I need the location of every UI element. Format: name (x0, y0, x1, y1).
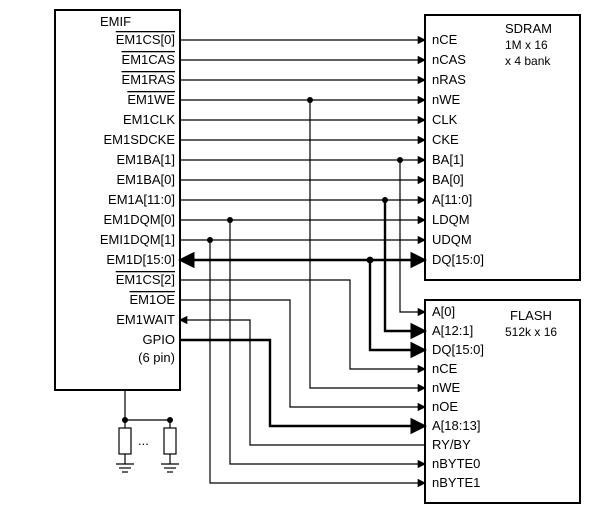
emif-pin-wait: EM1WAIT (116, 312, 175, 327)
sdram-pin-dq: DQ[15:0] (432, 252, 484, 267)
emif-pin-gpio: GPIO (142, 332, 175, 347)
emif-pin-oe: EM1OE (129, 292, 175, 307)
emif-pin-ras: EM1RAS (122, 72, 176, 87)
sdram-pin-a: A[11:0] (432, 192, 472, 207)
sdram-block: SDRAM 1M x 16 x 4 bank nCE nCAS nRAS nWE… (425, 15, 580, 280)
emif-pin-d: EM1D[15:0] (106, 252, 175, 267)
emif-pin-cs0: EM1CS[0] (116, 32, 175, 47)
flash-pin-nwe: nWE (432, 380, 461, 395)
sdram-pin-clk: CLK (432, 112, 458, 127)
emif-pin-cas: EM1CAS (122, 52, 176, 67)
sdram-title: SDRAM (505, 21, 552, 36)
sdram-pin-ldqm: LDQM (432, 212, 470, 227)
flash-title: FLASH (510, 308, 552, 323)
sdram-pin-ba1: BA[1] (432, 152, 464, 167)
sdram-pin-nras: nRAS (432, 72, 466, 87)
flash-pin-nb0: nBYTE0 (432, 456, 480, 471)
pulldown-resistors: ... (116, 390, 179, 472)
wires-sdram (180, 40, 425, 260)
flash-pin-ryby: RY/BY (432, 437, 471, 452)
flash-pin-nce: nCE (432, 361, 458, 376)
flash-pin-a18: A[18:13] (432, 418, 480, 433)
emif-pin-cs2: EM1CS[2] (116, 272, 175, 287)
emif-pin-gpion: (6 pin) (138, 350, 175, 365)
sdram-subtitle2: x 4 bank (505, 54, 551, 68)
emif-pin-sdcke: EM1SDCKE (103, 132, 175, 147)
sdram-pin-ba0: BA[0] (432, 172, 464, 187)
flash-pin-a0: A[0] (432, 304, 455, 319)
flash-subtitle: 512k x 16 (505, 325, 557, 339)
emif-pin-dqm0: EM1DQM[0] (103, 212, 175, 227)
emif-pin-clk: EM1CLK (123, 112, 175, 127)
sdram-subtitle1: 1M x 16 (505, 38, 548, 52)
sdram-pin-cke: CKE (432, 132, 459, 147)
sdram-pin-nwe: nWE (432, 92, 461, 107)
sdram-pin-ncas: nCAS (432, 52, 466, 67)
emif-pin-we: EM1WE (127, 92, 175, 107)
emif-pin-ba0: EM1BA[0] (116, 172, 175, 187)
emif-block: EMIF EM1CS[0] EM1CAS EM1RAS EM1WE EM1CLK… (55, 10, 180, 390)
emif-pin-ba1: EM1BA[1] (116, 152, 175, 167)
sdram-pin-nce: nCE (432, 32, 458, 47)
wiring-diagram: EMIF EM1CS[0] EM1CAS EM1RAS EM1WE EM1CLK… (0, 0, 591, 507)
flash-pin-nb1: nBYTE1 (432, 475, 480, 490)
wires-flash (180, 97, 425, 483)
emif-pin-a: EM1A[11:0] (108, 192, 175, 207)
flash-pin-dq: DQ[15:0] (432, 342, 484, 357)
flash-block: FLASH 512k x 16 A[0] A[12:1] DQ[15:0] nC… (425, 300, 580, 503)
emif-pin-dqm1: EMI1DQM[1] (100, 232, 175, 247)
emif-title: EMIF (100, 14, 131, 29)
sdram-pin-udqm: UDQM (432, 232, 472, 247)
flash-pin-a12: A[12:1] (432, 323, 473, 338)
resistor-ellipsis: ... (138, 433, 149, 448)
flash-pin-noe: nOE (432, 399, 458, 414)
